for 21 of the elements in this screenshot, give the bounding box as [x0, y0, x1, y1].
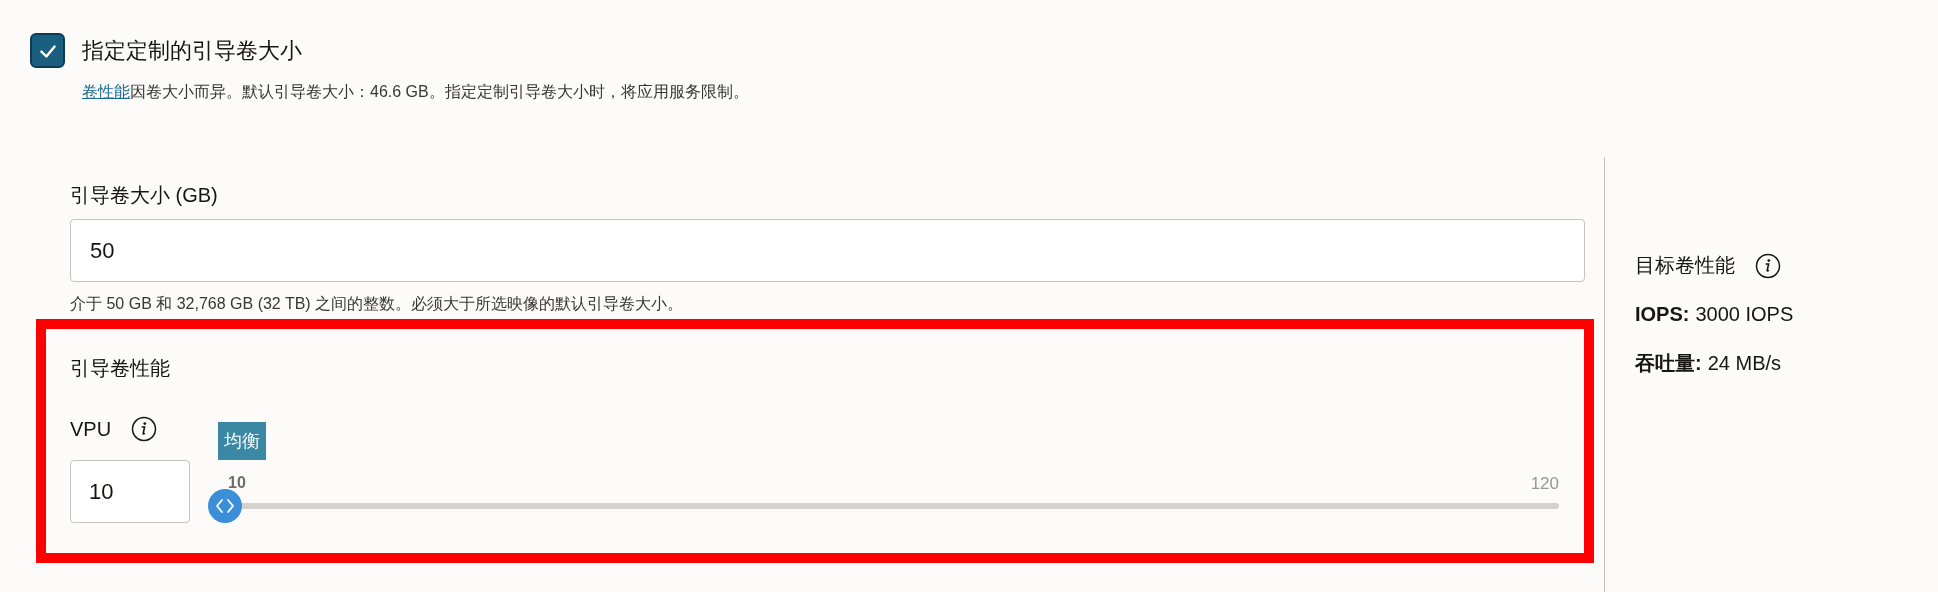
checkbox-label[interactable]: 指定定制的引导卷大小 — [82, 35, 302, 66]
vpu-label: VPU — [70, 417, 112, 441]
help-text: 介于 50 GB 和 32,768 GB (32 TB) 之间的整数。必须大于所选映像的默认引导卷大小。 — [70, 294, 685, 314]
metric-value: 24 MB/s — [1707, 352, 1782, 374]
checkbox[interactable] — [30, 33, 65, 68]
slider-max-label: 120 — [1530, 474, 1559, 494]
metric-name: IOPS: — [1635, 303, 1690, 325]
info-icon[interactable] — [1755, 252, 1781, 279]
panel-title: 目标卷性能 — [1635, 253, 1735, 278]
field-label: 引导卷大小 (GB) — [70, 183, 219, 208]
performance-link[interactable]: 卷性能 — [82, 83, 130, 100]
info-icon[interactable] — [131, 416, 158, 442]
section-title: 引导卷性能 — [70, 356, 171, 381]
metric-name: 吞吐量: — [1635, 352, 1702, 374]
vpu-input-field[interactable]: 10 — [70, 460, 190, 523]
metric-value: 3000 IOPS — [1695, 303, 1794, 325]
slider-value: 10 — [228, 474, 246, 492]
description-text: 卷性能因卷大小而异。默认引导卷大小：46.6 GB。指定定制引导卷大小时，将应用服务限制。 — [82, 82, 750, 102]
slider-thumb[interactable] — [208, 489, 242, 523]
size-input-field[interactable]: 50 — [70, 219, 1585, 282]
slider-tooltip: 均衡 — [218, 422, 266, 460]
